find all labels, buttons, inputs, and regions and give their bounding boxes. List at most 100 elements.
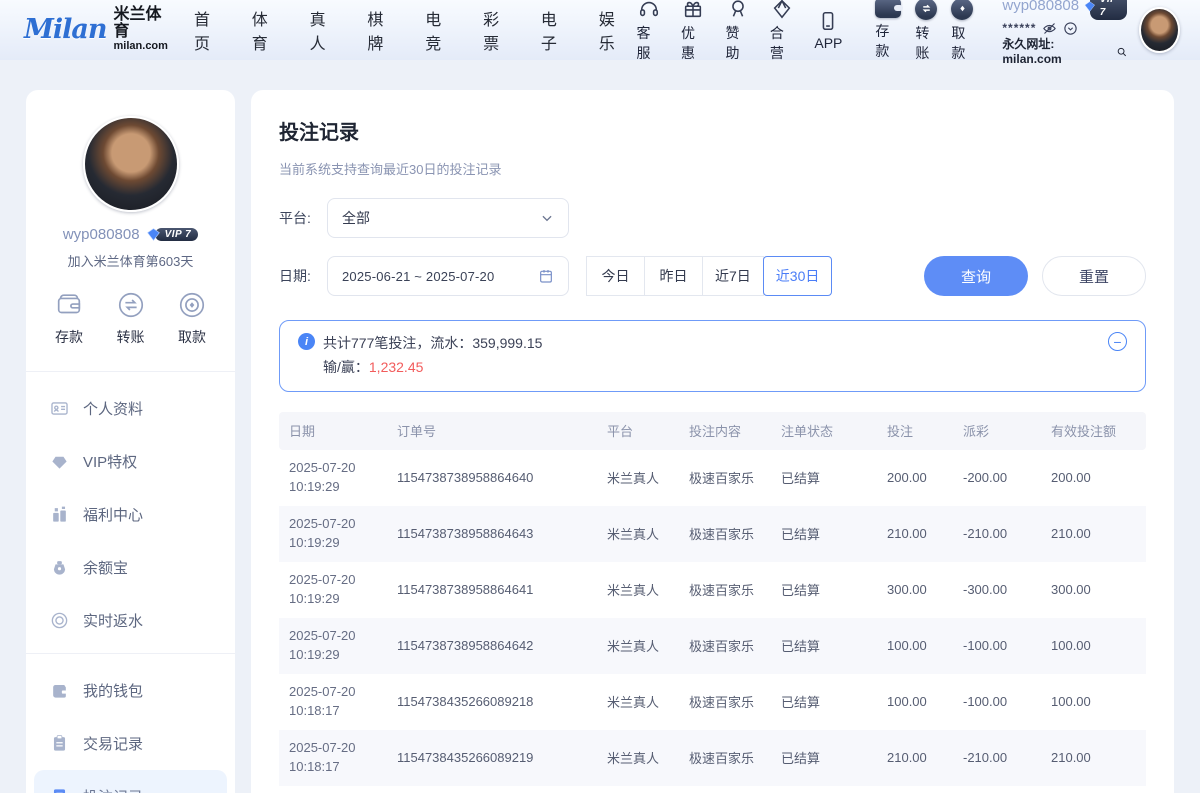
table-row: 2025-07-2010:19:29 1154738738958864642 米… [279,618,1146,674]
cell-order-number: 1154738738958864641 [397,582,607,597]
sidebar-item-wallet[interactable]: 我的钱包 [26,664,235,717]
quick-range-button[interactable]: 近30日 [763,256,833,296]
sidebar-withdraw-button[interactable]: 取款 [177,290,207,347]
quick-range-button[interactable]: 近7日 [702,256,764,296]
loss-value: 1,232.45 [369,359,424,375]
sidebar-item-label: 我的钱包 [83,680,143,701]
cell-payout: -100.00 [963,694,1051,709]
table-row: 2025-07-2010:19:29 1154738738958864641 米… [279,562,1146,618]
sidebar-item-label: 余额宝 [83,557,128,578]
sidebar-vip-badge: VIP 7 [146,228,199,241]
customer-service-label: 客服 [637,23,661,63]
transfer-button[interactable]: 转账 [915,0,937,63]
table-header-cell: 平台 [607,421,689,440]
deposit-button[interactable]: 存款 [875,0,901,63]
nav-link[interactable]: 彩票 [483,6,511,54]
sidebar-item-profile[interactable]: 个人资料 [26,382,235,435]
chevron-down-circle-icon[interactable] [1063,21,1078,36]
promotions-button[interactable]: 优惠 [681,0,705,63]
table-row: 2025-07-2010:19:29 1154738738958864640 米… [279,450,1146,506]
calendar-icon [538,268,554,284]
sidebar-deposit-button[interactable]: 存款 [54,290,84,347]
nav-link[interactable]: 棋牌 [367,6,395,54]
wallet-outline-icon [54,290,84,320]
search-button[interactable]: 查询 [924,256,1028,296]
cell-date: 2025-07-2010:19:29 [289,459,397,497]
customer-service-button[interactable]: 客服 [637,0,661,63]
table-header-cell: 订单号 [397,421,607,440]
sponsor-label: 赞助 [725,23,749,63]
collapse-minus-icon[interactable]: − [1108,332,1127,351]
sidebar-item-welfare[interactable]: 福利中心 [26,488,235,541]
withdraw-icon [951,0,973,20]
date-range-input[interactable]: 2025-06-21 ~ 2025-07-20 [327,256,569,296]
magnifier-icon[interactable] [1116,46,1128,58]
logo-script-text: Milan [24,14,107,45]
platform-select[interactable]: 全部 [327,198,569,238]
platform-select-value: 全部 [342,208,540,228]
sidebar-item-label: 交易记录 [83,733,143,754]
welfare-gift-icon [50,505,69,524]
quick-range-button[interactable]: 昨日 [644,256,703,296]
vip-diamond-icon [146,228,161,241]
quick-range-button[interactable]: 今日 [586,256,645,296]
rebate-circles-icon [50,611,69,630]
profile-avatar[interactable] [83,116,179,212]
cell-bet-content: 极速百家乐 [689,636,781,655]
sidebar-vip-level: VIP 7 [155,228,199,241]
app-download-label: APP [814,35,842,51]
deposit-label: 存款 [875,21,901,61]
site-logo[interactable]: Milan 米兰体育 milan.com [24,7,168,52]
sidebar-transfer-button[interactable]: 转账 [116,290,146,347]
cell-payout: -210.00 [963,750,1051,765]
sidebar-item-yuebao[interactable]: 余额宝 [26,541,235,594]
cell-bet-content: 极速百家乐 [689,524,781,543]
cell-order-number: 1154738738958864642 [397,638,607,653]
sidebar-transfer-label: 转账 [117,327,145,347]
vip-diamond-icon [1084,0,1096,13]
cell-order-number: 1154738738958864643 [397,526,607,541]
cell-status: 已结算 [781,580,887,599]
nav-link[interactable]: 真人 [310,6,338,54]
partnership-label: 合营 [770,23,794,63]
date-range-value: 2025-06-21 ~ 2025-07-20 [342,269,538,284]
bet-records-doc-icon [50,787,69,793]
nav-link[interactable]: 电竞 [425,6,453,54]
summary-line1: 共计777笔投注，流水：359,999.15 [323,332,542,356]
nav-link[interactable]: 首页 [194,6,222,54]
transfer-arrows-icon [915,0,937,20]
sponsor-button[interactable]: 赞助 [725,0,749,63]
cell-bet-content: 极速百家乐 [689,468,781,487]
date-filter-label: 日期: [279,266,327,286]
trophy-icon [727,0,749,20]
user-avatar[interactable] [1139,7,1180,53]
sidebar-item-bet-records[interactable]: 投注记录 [34,770,227,793]
headset-icon [638,0,660,20]
clipboard-icon [50,734,69,753]
permanent-url-text: 永久网址: milan.com [1002,37,1113,67]
nav-link[interactable]: 体育 [252,6,280,54]
cell-platform: 米兰真人 [607,524,689,543]
cell-date: 2025-07-2010:18:17 [289,739,397,777]
promotions-label: 优惠 [681,23,705,63]
sidebar-item-transactions[interactable]: 交易记录 [26,717,235,770]
table-header-cell: 日期 [289,421,397,440]
cell-payout: -100.00 [963,638,1051,653]
app-download-button[interactable]: APP [814,10,842,51]
cell-status: 已结算 [781,748,887,767]
withdraw-button[interactable]: 取款 [951,0,973,63]
cell-valid-amount: 300.00 [1051,582,1130,597]
withdraw-label: 取款 [951,23,973,63]
sidebar-item-vip[interactable]: VIP特权 [26,435,235,488]
reset-button[interactable]: 重置 [1042,256,1146,296]
cell-platform: 米兰真人 [607,692,689,711]
eye-off-icon[interactable] [1042,21,1057,36]
sidebar-item-rebate[interactable]: 实时返水 [26,594,235,647]
profile-sidebar: wyp080808 VIP 7 加入米兰体育第603天 存款 转账 取款 [26,90,235,793]
sidebar-item-label: VIP特权 [83,451,137,472]
cell-bet-amount: 100.00 [887,638,963,653]
partnership-button[interactable]: 合营 [770,0,794,63]
nav-link[interactable]: 电子 [541,6,569,54]
cell-valid-amount: 210.00 [1051,526,1130,541]
nav-link[interactable]: 娱乐 [599,6,627,54]
